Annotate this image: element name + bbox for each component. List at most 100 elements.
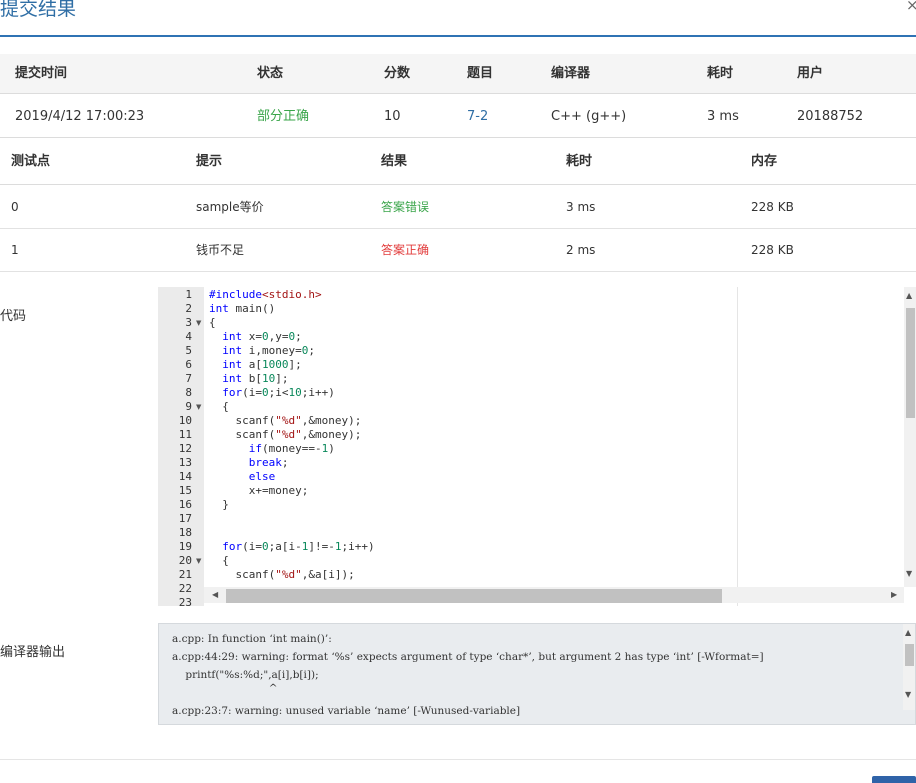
line-number: 14 xyxy=(178,470,192,483)
case-memory: 228 KB xyxy=(751,243,794,257)
line-number: 10 xyxy=(178,414,192,427)
code-line: if(money==-1) xyxy=(248,442,335,455)
cases-header: 测试点 提示 结果 耗时 内存 xyxy=(0,139,916,185)
fold-arrow-icon[interactable]: ▼ xyxy=(196,400,201,414)
line-number: 11 xyxy=(178,428,192,441)
code-line: scanf("%d",&a[i]); xyxy=(209,568,355,581)
header-submit-time: 提交时间 xyxy=(15,66,68,81)
submit-time: 2019/4/12 17:00:23 xyxy=(15,109,145,124)
code-line: scanf("%d",&money); xyxy=(209,414,362,427)
dialog-title: 提交结果 xyxy=(0,0,77,20)
compiler-output-label: 编译器输出 xyxy=(0,645,66,660)
code-line: #include<stdio.h> xyxy=(209,288,322,301)
code-line: int a[1000]; xyxy=(222,358,302,371)
editor-horizontal-scrollbar[interactable]: ◀ ▶ xyxy=(204,587,904,603)
line-number: 12 xyxy=(178,442,192,455)
fold-arrow-icon[interactable]: ▼ xyxy=(196,554,201,568)
code-line: for(i=0;i<10;i++) xyxy=(222,386,335,399)
code-line: x+=money; xyxy=(209,484,309,497)
score: 10 xyxy=(384,109,401,124)
header-status: 状态 xyxy=(257,66,284,81)
summary-header: 提交时间 状态 分数 题目 编译器 耗时 用户 xyxy=(0,54,916,94)
header-compiler: 编译器 xyxy=(551,66,591,81)
table-row: 0 sample等价 答案错误 3 ms 228 KB xyxy=(0,186,916,229)
line-number: 4 xyxy=(185,330,192,343)
editor-vertical-scrollbar[interactable]: ▲ ▼ xyxy=(904,287,916,587)
header-result: 结果 xyxy=(381,154,408,169)
line-number: 3 xyxy=(185,316,192,329)
case-time: 2 ms xyxy=(566,243,596,257)
case-result: 答案正确 xyxy=(381,243,430,257)
scroll-up-icon[interactable]: ▲ xyxy=(906,291,912,301)
output-line: a.cpp: In function ‘int main()’: xyxy=(172,633,332,645)
scroll-down-icon[interactable]: ▼ xyxy=(905,690,911,700)
status-badge: 部分正确 xyxy=(257,109,310,124)
output-line: a.cpp:44:29: warning: format ‘%s’ expect… xyxy=(172,651,764,663)
code-line: scanf("%d",&money); xyxy=(209,428,362,441)
scrollbar-thumb[interactable] xyxy=(906,308,915,418)
output-line: a.cpp:23:7: warning: unused variable ‘na… xyxy=(172,705,521,717)
scroll-left-icon[interactable]: ◀ xyxy=(212,590,218,600)
scroll-down-icon[interactable]: ▼ xyxy=(906,569,912,579)
line-number: 23 xyxy=(178,596,192,606)
line-number: 6 xyxy=(185,358,192,371)
output-line: ^ xyxy=(172,682,278,694)
output-vertical-scrollbar[interactable]: ▲ ▼ xyxy=(903,624,915,710)
code-line: { xyxy=(209,316,216,329)
table-row: 1 钱币不足 答案正确 2 ms 228 KB xyxy=(0,229,916,272)
case-time: 3 ms xyxy=(566,200,596,214)
fold-arrow-icon[interactable]: ▼ xyxy=(196,316,201,330)
scroll-up-icon[interactable]: ▲ xyxy=(905,628,911,638)
footer-divider xyxy=(0,759,916,760)
line-number: 15 xyxy=(178,484,192,497)
code-line: { xyxy=(209,400,229,413)
header-memory: 内存 xyxy=(751,154,778,169)
code-editor[interactable]: 1 2 3 ▼ 4 5 6 7 8 9 ▼ 10 11 12 13 14 15 16 17 18 19 20 ▼ 21 22 23… xyxy=(158,287,916,606)
case-result: 答案错误 xyxy=(381,200,430,214)
line-number: 21 xyxy=(178,568,192,581)
title-divider xyxy=(0,35,916,37)
case-id: 1 xyxy=(11,243,19,257)
line-number: 5 xyxy=(185,344,192,357)
output-line: printf("%s:%d;",a[i],b[i]); xyxy=(172,669,319,681)
case-id: 0 xyxy=(11,200,19,214)
line-number: 17 xyxy=(178,512,192,525)
compiler-output[interactable]: a.cpp: In function ‘int main()’: a.cpp:4… xyxy=(158,623,916,725)
line-number: 2 xyxy=(185,302,192,315)
line-number: 1 xyxy=(185,288,192,301)
scroll-right-icon[interactable]: ▶ xyxy=(891,590,897,600)
case-hint: sample等价 xyxy=(196,200,264,214)
line-number: 22 xyxy=(178,582,192,595)
header-user: 用户 xyxy=(797,66,824,81)
code-line: int x=0,y=0; xyxy=(222,330,302,343)
code-line: break; xyxy=(248,456,289,469)
code-line: int i,money=0; xyxy=(222,344,315,357)
case-hint: 钱币不足 xyxy=(196,243,245,257)
compiler: C++ (g++) xyxy=(551,109,627,124)
line-number: 18 xyxy=(178,526,192,539)
line-number: 20 xyxy=(178,554,192,567)
code-line: { xyxy=(209,554,229,567)
code-label: 代码 xyxy=(0,309,27,324)
header-time: 耗时 xyxy=(566,154,593,169)
header-score: 分数 xyxy=(384,66,411,81)
header-hint: 提示 xyxy=(196,154,223,169)
print-margin xyxy=(737,287,738,606)
line-number: 8 xyxy=(185,386,192,399)
line-number: 16 xyxy=(178,498,192,511)
summary-row: 2019/4/12 17:00:23 部分正确 10 7-2 C++ (g++)… xyxy=(0,95,916,138)
header-case: 测试点 xyxy=(11,154,51,169)
line-number: 9 xyxy=(185,400,192,413)
footer-button[interactable] xyxy=(872,776,916,783)
header-problem: 题目 xyxy=(467,66,494,81)
elapsed: 3 ms xyxy=(707,109,739,124)
close-icon[interactable]: × xyxy=(906,0,916,14)
code-line: for(i=0;a[i-1]!=-1;i++) xyxy=(222,540,375,553)
problem-link[interactable]: 7-2 xyxy=(467,95,488,138)
code-line: int main() xyxy=(209,302,276,315)
scrollbar-thumb[interactable] xyxy=(226,589,722,603)
case-memory: 228 KB xyxy=(751,200,794,214)
scrollbar-thumb[interactable] xyxy=(905,644,914,666)
code-line: } xyxy=(209,498,229,511)
header-elapsed: 耗时 xyxy=(707,66,734,81)
